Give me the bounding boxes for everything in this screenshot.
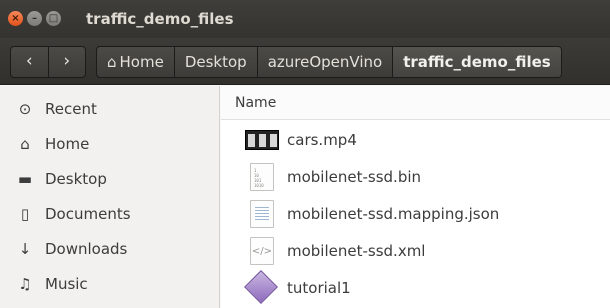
window-titlebar: × – □ traffic_demo_files xyxy=(0,0,610,38)
forward-button[interactable]: › xyxy=(49,47,86,77)
file-row-cars-mp4[interactable]: cars.mp4 xyxy=(221,121,610,158)
video-file-icon xyxy=(245,125,279,155)
executable-file-icon xyxy=(244,269,279,304)
file-name: cars.mp4 xyxy=(287,130,357,149)
toolbar: ‹ › ⌂ Home Desktop azureOpenVino traffic… xyxy=(0,38,610,85)
document-icon: ▯ xyxy=(20,204,30,223)
text-file-icon xyxy=(245,199,279,229)
file-row-mobilenet-ssd-bin[interactable]: 1 10 101 1010 mobilenet-ssd.bin xyxy=(221,158,610,195)
navigation-buttons: ‹ › xyxy=(10,46,86,78)
breadcrumb: ⌂ Home Desktop azureOpenVino traffic_dem… xyxy=(96,46,562,78)
chevron-left-icon: ‹ xyxy=(25,51,33,71)
file-row-mobilenet-ssd-xml[interactable]: </> mobilenet-ssd.xml xyxy=(221,232,610,269)
binary-icon-text: 1 10 101 1010 xyxy=(254,167,264,188)
close-window-button[interactable]: × xyxy=(8,11,23,26)
file-row-tutorial1[interactable]: tutorial1 xyxy=(221,269,610,306)
chevron-right-icon: › xyxy=(63,51,71,71)
binary-file-icon: 1 10 101 1010 xyxy=(245,162,279,192)
sidebar-item-label: Recent xyxy=(45,99,97,118)
folder-icon: ▬ xyxy=(17,169,33,188)
sidebar-item-documents[interactable]: ▯ Documents xyxy=(0,196,220,231)
sidebar-item-label: Documents xyxy=(45,204,131,223)
sidebar-item-label: Desktop xyxy=(45,169,107,188)
sidebar-item-label: Music xyxy=(45,274,88,293)
home-icon: ⌂ xyxy=(107,53,117,71)
sidebar-item-label: Downloads xyxy=(45,239,128,258)
sidebar-item-desktop[interactable]: ▬ Desktop xyxy=(0,161,220,196)
breadcrumb-azureopenvino[interactable]: azureOpenVino xyxy=(258,47,394,77)
breadcrumb-home[interactable]: ⌂ Home xyxy=(97,47,175,77)
sidebar-item-downloads[interactable]: ↓ Downloads xyxy=(0,231,220,266)
minimize-window-button[interactable]: – xyxy=(27,11,42,26)
window-title: traffic_demo_files xyxy=(86,10,234,28)
maximize-window-button[interactable]: □ xyxy=(46,11,61,26)
file-list: Name cars.mp4 1 10 101 1010 mobilenet-ss… xyxy=(221,86,610,308)
column-header-name[interactable]: Name xyxy=(221,86,610,120)
file-name: mobilenet-ssd.mapping.json xyxy=(287,204,500,223)
file-row-mobilenet-ssd-mapping-json[interactable]: mobilenet-ssd.mapping.json xyxy=(221,195,610,232)
sidebar-item-home[interactable]: ⌂ Home xyxy=(0,126,220,161)
download-icon: ↓ xyxy=(18,239,32,258)
sidebar: ⊙ Recent ⌂ Home ▬ Desktop ▯ Documents ↓ … xyxy=(0,86,220,308)
music-icon: ♫ xyxy=(18,274,32,293)
sidebar-item-music[interactable]: ♫ Music xyxy=(0,266,220,301)
file-name: mobilenet-ssd.xml xyxy=(287,241,426,260)
breadcrumb-label: Home xyxy=(119,53,164,71)
xml-icon-text: </> xyxy=(251,245,273,257)
breadcrumb-traffic-demo-files[interactable]: traffic_demo_files xyxy=(393,47,561,77)
back-button[interactable]: ‹ xyxy=(11,47,49,77)
sidebar-item-label: Home xyxy=(45,134,90,153)
sidebar-item-recent[interactable]: ⊙ Recent xyxy=(0,91,220,126)
clock-icon: ⊙ xyxy=(18,99,32,118)
file-name: mobilenet-ssd.bin xyxy=(287,167,422,186)
home-icon: ⌂ xyxy=(20,134,30,153)
file-name: tutorial1 xyxy=(287,278,351,297)
breadcrumb-desktop[interactable]: Desktop xyxy=(175,47,258,77)
xml-file-icon: </> xyxy=(245,236,279,266)
